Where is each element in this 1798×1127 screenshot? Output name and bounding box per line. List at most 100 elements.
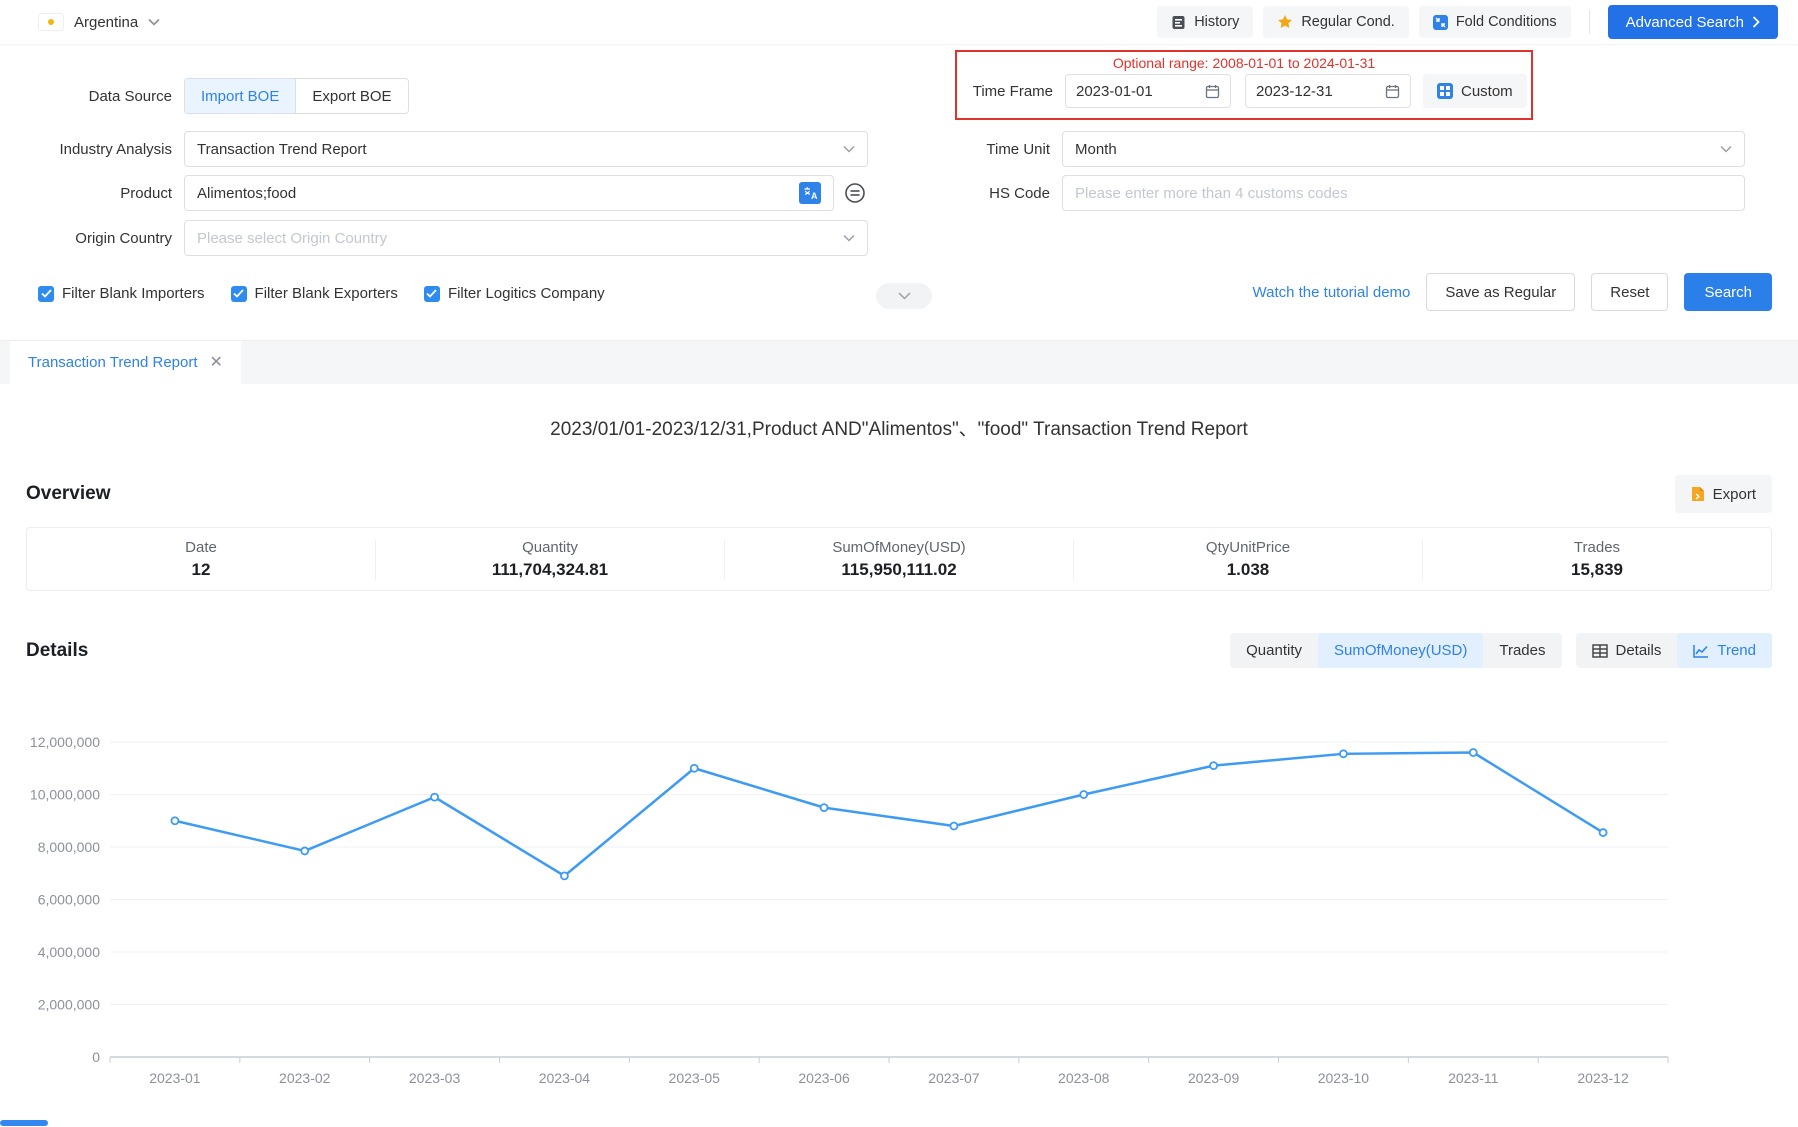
data-source-row: Data Source Import BOE Export BOE (12, 78, 868, 114)
filter-blank-exporters-checkbox[interactable]: Filter Blank Exporters (231, 285, 398, 302)
tab-transaction-trend-report[interactable]: Transaction Trend Report ✕ (10, 341, 241, 384)
metric-tab-quantity[interactable]: Quantity (1230, 633, 1318, 668)
svg-text:0: 0 (92, 1049, 100, 1065)
report-tab-bar: Transaction Trend Report ✕ (0, 340, 1798, 384)
time-frame-label: Time Frame (965, 83, 1053, 100)
svg-text:12,000,000: 12,000,000 (30, 734, 100, 750)
chevron-right-icon (1752, 16, 1760, 28)
calendar-icon[interactable] (1385, 84, 1400, 99)
fold-conditions-icon (1433, 15, 1448, 30)
product-row: Product A (12, 175, 868, 211)
trend-line-chart[interactable]: 02,000,0004,000,0006,000,0008,000,00010,… (0, 674, 1798, 1104)
product-input-wrap: A (184, 175, 834, 211)
svg-text:2023-02: 2023-02 (279, 1070, 331, 1086)
time-unit-label: Time Unit (900, 141, 1050, 158)
checkbox-label: Filter Blank Exporters (255, 285, 398, 302)
metric-toggle: Quantity SumOfMoney(USD) Trades (1230, 633, 1561, 668)
product-label: Product (12, 185, 172, 202)
start-date-input[interactable] (1076, 83, 1205, 100)
word-annotation-button[interactable] (844, 181, 868, 205)
hs-code-input[interactable] (1075, 185, 1732, 202)
stat-date: Date 12 (27, 539, 375, 580)
origin-country-row: Origin Country Please select Origin Coun… (12, 220, 868, 256)
metric-tab-trades[interactable]: Trades (1483, 633, 1561, 668)
stat-label: QtyUnitPrice (1074, 539, 1422, 556)
time-unit-select[interactable]: Month (1062, 131, 1745, 167)
origin-country-select[interactable]: Please select Origin Country (184, 220, 868, 256)
metric-tab-sum-of-money[interactable]: SumOfMoney(USD) (1318, 633, 1483, 668)
close-icon[interactable]: ✕ (210, 355, 223, 371)
export-boe-tab[interactable]: Export BOE (295, 79, 407, 113)
hs-code-input-wrap (1062, 175, 1745, 211)
advanced-search-label: Advanced Search (1626, 14, 1744, 31)
expand-conditions-button[interactable] (876, 283, 932, 309)
history-icon (1171, 15, 1186, 30)
svg-text:2023-06: 2023-06 (798, 1070, 850, 1086)
table-icon (1592, 644, 1608, 658)
industry-analysis-value: Transaction Trend Report (197, 141, 843, 158)
history-button[interactable]: History (1157, 6, 1253, 38)
end-date-input-wrap (1245, 74, 1411, 108)
svg-text:2023-03: 2023-03 (409, 1070, 461, 1086)
optional-range-text: Optional range: 2008-01-01 to 2024-01-31 (957, 52, 1531, 71)
svg-text:2023-12: 2023-12 (1577, 1070, 1629, 1086)
view-tab-trend[interactable]: Trend (1677, 633, 1772, 668)
import-boe-tab[interactable]: Import BOE (185, 79, 295, 113)
filter-logitics-company-checkbox[interactable]: Filter Logitics Company (424, 285, 605, 302)
chevron-down-icon (843, 234, 855, 242)
overview-stats-card: Date 12 Quantity 111,704,324.81 SumOfMon… (26, 527, 1772, 591)
product-input[interactable] (197, 185, 793, 202)
svg-text:8,000,000: 8,000,000 (38, 839, 100, 855)
stat-sum-of-money: SumOfMoney(USD) 115,950,111.02 (724, 539, 1073, 580)
reset-button[interactable]: Reset (1591, 273, 1668, 311)
country-selector[interactable]: Argentina (38, 13, 160, 31)
tutorial-link[interactable]: Watch the tutorial demo (1253, 284, 1411, 301)
stat-value: 15,839 (1423, 560, 1771, 580)
custom-range-button[interactable]: Custom (1423, 74, 1527, 108)
checkbox-checked-icon (231, 286, 247, 302)
end-date-input[interactable] (1256, 83, 1385, 100)
time-frame-highlight-box: Optional range: 2008-01-01 to 2024-01-31… (955, 50, 1533, 120)
view-tab-label: Details (1616, 642, 1662, 659)
checkbox-checked-icon (38, 286, 54, 302)
filter-checkbox-row: Filter Blank Importers Filter Blank Expo… (38, 285, 605, 302)
stat-label: Trades (1423, 539, 1771, 556)
checkbox-label: Filter Blank Importers (62, 285, 205, 302)
export-file-icon (1691, 486, 1705, 502)
advanced-search-button[interactable]: Advanced Search (1608, 5, 1778, 39)
fold-conditions-button[interactable]: Fold Conditions (1419, 6, 1571, 38)
regular-cond-button[interactable]: Regular Cond. (1263, 6, 1409, 38)
chevron-down-icon (898, 292, 911, 300)
stat-value: 115,950,111.02 (725, 560, 1073, 580)
industry-analysis-select[interactable]: Transaction Trend Report (184, 131, 868, 167)
svg-text:A: A (811, 191, 817, 200)
checkbox-label: Filter Logitics Company (448, 285, 605, 302)
filter-blank-importers-checkbox[interactable]: Filter Blank Importers (38, 285, 205, 302)
industry-analysis-label: Industry Analysis (12, 141, 172, 158)
search-button[interactable]: Search (1684, 273, 1772, 311)
export-button[interactable]: Export (1675, 475, 1772, 513)
trend-chart-area: 02,000,0004,000,0006,000,0008,000,00010,… (0, 674, 1798, 1109)
form-actions: Watch the tutorial demo Save as Regular … (1253, 273, 1772, 311)
overview-heading: Overview (26, 483, 111, 505)
argentina-flag-icon (38, 13, 64, 31)
view-tab-details[interactable]: Details (1576, 633, 1678, 668)
horizontal-scrollbar-thumb[interactable] (0, 1120, 48, 1126)
custom-range-icon (1437, 83, 1453, 99)
report-title: 2023/01/01-2023/12/31,Product AND"Alimen… (26, 414, 1772, 441)
stat-trades: Trades 15,839 (1422, 539, 1771, 580)
time-unit-value: Month (1075, 141, 1720, 158)
star-icon (1277, 14, 1293, 30)
svg-text:2023-07: 2023-07 (928, 1070, 980, 1086)
svg-text:2023-01: 2023-01 (149, 1070, 201, 1086)
svg-text:6,000,000: 6,000,000 (38, 892, 100, 908)
hs-code-row: HS Code (900, 175, 1745, 211)
translate-button[interactable]: A (799, 182, 821, 204)
details-heading: Details (26, 640, 88, 662)
stat-label: Quantity (376, 539, 724, 556)
svg-text:4,000,000: 4,000,000 (38, 944, 100, 960)
translate-icon: A (803, 186, 817, 200)
calendar-icon[interactable] (1205, 84, 1220, 99)
save-as-regular-button[interactable]: Save as Regular (1426, 273, 1575, 311)
view-toggle: Details Trend (1576, 633, 1773, 668)
